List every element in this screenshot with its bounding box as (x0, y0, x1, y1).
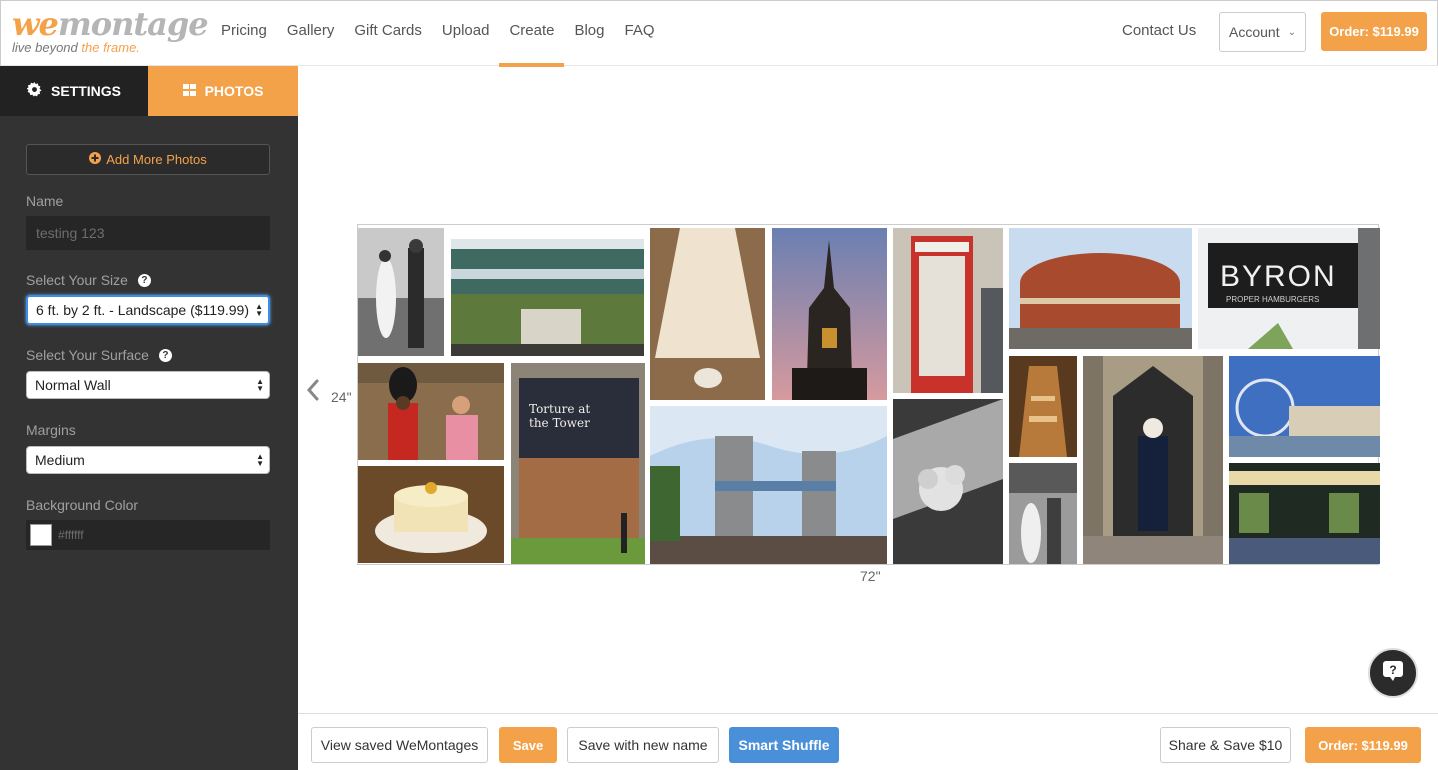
help-chat-button[interactable]: ? (1368, 648, 1418, 698)
montage-canvas[interactable]: BYRON PROPER HAMBURGERS Torture at the Tow… (357, 224, 1380, 565)
svg-text:the Tower: the Tower (529, 416, 590, 430)
color-hex-value: #ffffff (58, 528, 84, 542)
nav-gift-cards[interactable]: Gift Cards (344, 1, 432, 67)
select-arrows-icon: ▲ ▼ (256, 377, 264, 393)
photo-wimbledon-building[interactable] (451, 239, 644, 356)
margins-label: Margins (26, 422, 76, 438)
help-icon[interactable]: ? (137, 273, 151, 287)
chevron-down-icon: ⌄ (1287, 26, 1296, 38)
top-header: wemontage live beyond the frame. Pricing… (0, 0, 1438, 67)
photo-birthday-cake[interactable] (358, 466, 504, 563)
svg-text:?: ? (1389, 663, 1396, 677)
photo-wedding-dance[interactable] (1009, 463, 1077, 564)
contact-us-link[interactable]: Contact Us (1122, 22, 1196, 39)
help-icon[interactable]: ? (158, 348, 172, 362)
color-swatch[interactable] (30, 524, 52, 546)
name-label: Name (26, 193, 64, 209)
photo-byron-sign[interactable]: BYRON PROPER HAMBURGERS (1198, 228, 1380, 349)
grid-icon (182, 83, 196, 99)
main-nav: Pricing Gallery Gift Cards Upload Create… (211, 1, 665, 67)
smart-shuffle-button[interactable]: Smart Shuffle (729, 727, 839, 763)
surface-select[interactable]: Normal Wall ▲ ▼ (26, 371, 270, 399)
photo-sherlock-holmes-pub[interactable] (1229, 463, 1380, 564)
size-label: Select Your Size ? (26, 272, 151, 288)
surface-label: Select Your Surface ? (26, 347, 172, 363)
nav-gallery[interactable]: Gallery (277, 1, 345, 67)
footer-toolbar: View saved WeMontages Save Save with new… (298, 713, 1438, 770)
photo-bouquet[interactable] (893, 399, 1003, 564)
svg-text:Torture at: Torture at (529, 402, 590, 416)
plus-circle-icon (89, 152, 102, 167)
order-button-header[interactable]: Order: $119.99 (1321, 12, 1427, 51)
photo-torture-at-the-tower[interactable]: Torture at the Tower (511, 363, 645, 564)
chevron-left-icon[interactable] (306, 378, 320, 402)
share-save-button[interactable]: Share & Save $10 (1160, 727, 1291, 763)
account-dropdown[interactable]: Account ⌄ (1219, 12, 1306, 52)
tab-photos[interactable]: PHOTOS (148, 66, 298, 116)
order-button-footer[interactable]: Order: $119.99 (1305, 727, 1421, 763)
save-with-new-name-button[interactable]: Save with new name (567, 727, 719, 763)
account-label: Account (1229, 24, 1280, 40)
photo-royal-albert-hall[interactable] (1009, 228, 1192, 349)
size-select[interactable]: 6 ft. by 2 ft. - Landscape ($119.99) ▲ ▼ (26, 295, 270, 325)
save-button[interactable]: Save (499, 727, 557, 763)
tab-settings-label: SETTINGS (50, 83, 121, 99)
margins-select[interactable]: Medium ▲ ▼ (26, 446, 270, 474)
wemontage-logo[interactable]: wemontage live beyond the frame. (12, 5, 209, 57)
settings-sidebar: SETTINGS PHOTOS Add More Photos Name Sel… (0, 66, 298, 770)
gear-icon (26, 82, 42, 100)
svg-text:PROPER HAMBURGERS: PROPER HAMBURGERS (1226, 295, 1319, 304)
logo-montage: montage (57, 5, 209, 43)
logo-tagline-highlight: the frame. (81, 40, 140, 55)
photo-london-eye[interactable] (1229, 356, 1380, 457)
photo-staircase[interactable] (1009, 356, 1077, 457)
tab-settings[interactable]: SETTINGS (0, 66, 148, 116)
add-more-photos-button[interactable]: Add More Photos (26, 144, 270, 175)
width-dimension-label: 72" (860, 568, 881, 584)
select-arrows-icon: ▲ ▼ (256, 452, 264, 468)
photo-tower-bridge[interactable] (650, 406, 887, 564)
photo-albert-memorial[interactable] (772, 228, 887, 400)
photo-guard-with-woman[interactable] (358, 363, 504, 460)
background-color-picker[interactable]: #ffffff (26, 520, 270, 550)
logo-we: we (12, 5, 59, 43)
tab-photos-label: PHOTOS (204, 83, 264, 99)
select-arrows-icon: ▲ ▼ (255, 302, 263, 318)
height-dimension-label: 24" (331, 389, 352, 405)
nav-blog[interactable]: Blog (564, 1, 614, 67)
view-saved-button[interactable]: View saved WeMontages (311, 727, 488, 763)
background-color-label: Background Color (26, 497, 139, 513)
nav-create[interactable]: Create (499, 1, 565, 67)
add-more-photos-label: Add More Photos (106, 152, 207, 167)
logo-tagline: live beyond (12, 40, 82, 55)
nav-faq[interactable]: FAQ (615, 1, 665, 67)
photo-sentry-guard[interactable] (1083, 356, 1223, 564)
name-input[interactable] (26, 216, 270, 250)
photo-wedding-dress[interactable] (650, 228, 765, 400)
nav-pricing[interactable]: Pricing (211, 1, 277, 67)
photo-red-phone-box[interactable] (893, 228, 1003, 393)
question-icon: ? (1382, 660, 1404, 687)
svg-text:BYRON: BYRON (1220, 260, 1337, 293)
nav-upload[interactable]: Upload (432, 1, 500, 67)
photo-wedding-couple[interactable] (358, 228, 444, 356)
